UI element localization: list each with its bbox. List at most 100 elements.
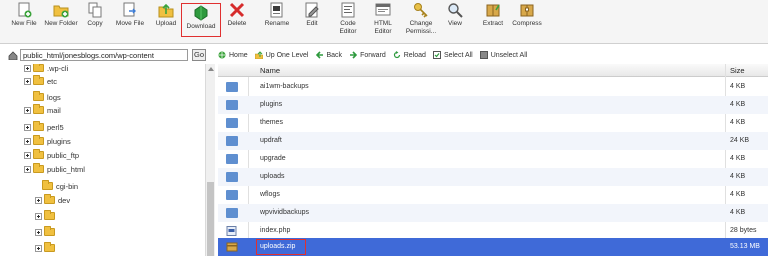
folder-icon [44,226,55,236]
folder-icon [33,75,44,85]
table-row[interactable]: plugins 4 KB [218,96,768,114]
edit-label: Edit [306,20,318,27]
expand-icon[interactable] [24,64,31,72]
toolbar: New File New Folder Copy Move File Uploa… [0,0,768,44]
forward-arrow-icon [349,51,358,59]
go-button[interactable]: Go [192,49,206,61]
tree-item-public-ftp[interactable]: public_ftp [24,149,79,161]
expand-icon[interactable] [24,123,31,131]
reload-icon [393,51,401,59]
copy-button[interactable]: Copy [82,2,108,40]
move-file-label: Move File [115,20,145,27]
tree-item-plugins[interactable]: plugins [24,135,71,147]
download-button[interactable]: Download [181,3,221,37]
checkbox-checked-icon [432,51,441,59]
new-file-label: New File [11,20,37,27]
upload-button[interactable]: Upload [152,2,180,40]
unselect-all-link[interactable]: Unselect All [479,51,527,59]
table-row[interactable]: wpvividbackups 4 KB [218,204,768,222]
copy-label: Copy [87,20,103,27]
ftp-folder-icon [33,149,44,159]
view-button[interactable]: View [444,2,466,40]
compress-button[interactable]: Compress [510,2,544,40]
folder-icon [33,121,44,131]
table-row[interactable]: uploads 4 KB [218,168,768,186]
table-header: Name Size [218,64,768,77]
path-input[interactable] [20,49,188,61]
expand-icon[interactable] [24,165,31,173]
rename-button[interactable]: Rename [262,2,292,40]
path-bar: Go [8,48,206,62]
code-editor-button[interactable]: Code Editor [334,2,362,40]
tree-scrollbar[interactable] [205,64,215,256]
tree-item-etc[interactable]: etc [24,75,57,87]
tree-item-cgi-bin[interactable]: cgi-bin [42,180,78,192]
change-permissions-button[interactable]: Change Permissi... [402,2,440,40]
tree-item-public-html[interactable]: public_html [24,163,85,175]
expand-icon[interactable] [24,137,31,145]
expand-icon[interactable] [24,106,31,114]
back-link[interactable]: Back [315,51,342,59]
checkbox-empty-icon [479,51,488,59]
scroll-up-arrow-icon[interactable] [208,67,214,71]
folder-icon [226,118,238,128]
select-all-link[interactable]: Select All [432,51,473,59]
expand-icon[interactable] [35,228,42,236]
expand-icon[interactable] [35,196,42,204]
folder-icon [33,135,44,145]
mail-folder-icon [33,104,44,114]
folder-icon [226,100,238,110]
extract-label: Extract [482,20,504,27]
scrollbar-thumb[interactable] [207,182,214,256]
compress-label: Compress [512,20,542,27]
new-folder-button[interactable]: New Folder [44,2,78,40]
edit-button[interactable]: Edit [300,2,324,40]
size-column-header[interactable]: Size [730,66,745,75]
home-link[interactable]: Home [218,51,248,59]
reload-link[interactable]: Reload [393,51,426,59]
extract-button[interactable]: Extract [480,2,506,40]
table-row[interactable]: ai1wm-backups 4 KB [218,78,768,96]
name-column-header[interactable]: Name [260,66,280,75]
move-file-icon [122,2,138,18]
html-editor-button[interactable]: HTML Editor [368,2,398,40]
web-folder-icon [33,163,44,173]
navigation-bar: Home Up One Level Back Forward Reload Se… [218,48,768,62]
html-editor-icon [375,2,391,18]
new-file-icon [16,2,32,18]
folder-icon [226,136,238,146]
tree-item-mail[interactable]: mail [24,104,61,116]
folder-icon [226,154,238,164]
tree-item-unnamed-1[interactable] [35,210,58,222]
table-row[interactable]: upgrade 4 KB [218,150,768,168]
html-editor-label: HTML Editor [374,20,392,35]
up-one-level-link[interactable]: Up One Level [254,51,309,60]
view-label: View [448,20,462,27]
upload-label: Upload [155,20,177,27]
table-row[interactable]: updraft 24 KB [218,132,768,150]
tree-item-perl5[interactable]: perl5 [24,121,64,133]
tree-item-wp-cli[interactable]: .wp-cli [24,64,68,74]
expand-icon[interactable] [35,212,42,220]
back-arrow-icon [315,51,324,59]
folder-icon [44,194,55,204]
table-row[interactable]: themes 4 KB [218,114,768,132]
expand-icon[interactable] [35,244,42,252]
key-icon [413,2,429,18]
table-row-selected[interactable]: uploads.zip 53.13 MB [218,238,768,256]
expand-icon[interactable] [24,77,31,85]
tree-item-unnamed-2[interactable] [35,226,58,238]
code-editor-label: Code Editor [339,20,357,35]
delete-button[interactable]: Delete [224,2,250,40]
delete-icon [229,2,245,18]
zip-file-icon [226,242,238,252]
expand-icon[interactable] [24,151,31,159]
tree-item-logs[interactable]: logs [33,91,61,103]
forward-link[interactable]: Forward [349,51,386,59]
table-row[interactable]: wflogs 4 KB [218,186,768,204]
move-file-button[interactable]: Move File [112,2,148,40]
tree-item-unnamed-3[interactable] [35,242,58,254]
tree-item-dev[interactable]: dev [35,194,70,206]
home-icon[interactable] [8,50,18,60]
new-file-button[interactable]: New File [6,2,42,40]
